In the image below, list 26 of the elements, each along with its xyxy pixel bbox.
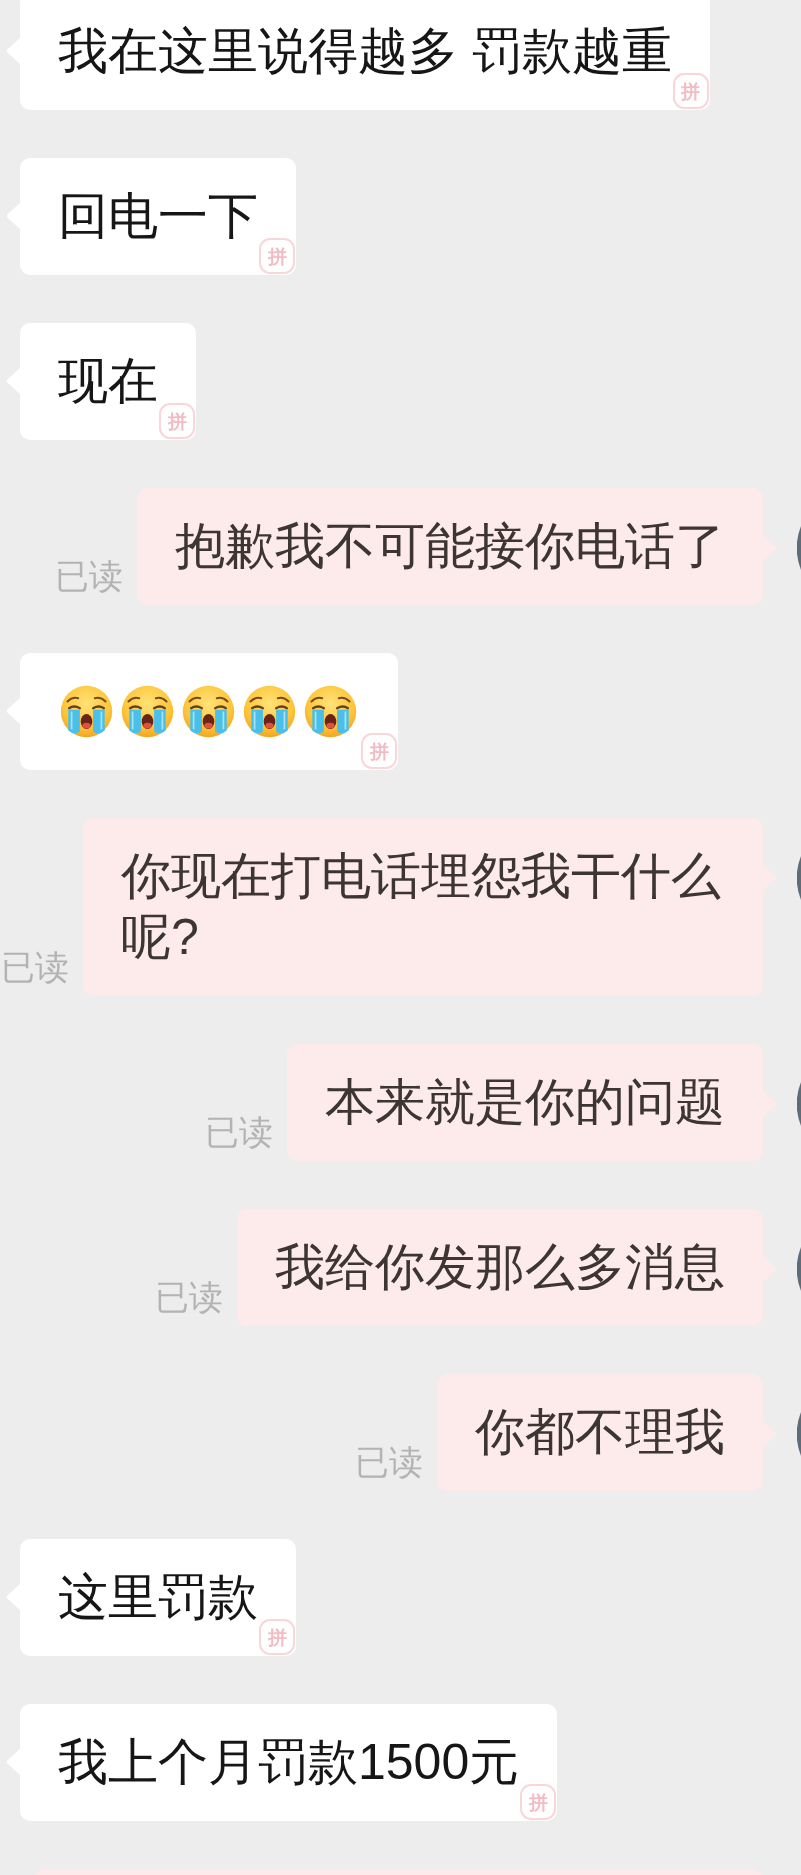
stamp-badge: 拼: [672, 73, 709, 109]
message-text: 我在这里说得越多 罚款越重: [58, 23, 672, 79]
crying-face-icon: [60, 685, 113, 738]
crying-face-icon: [243, 685, 296, 738]
read-status: 已读: [355, 1442, 423, 1482]
crying-face-icon: [182, 685, 235, 738]
crying-face-icon: [121, 685, 174, 738]
read-status: 已读: [205, 1112, 273, 1152]
read-status: 已读: [1, 947, 69, 987]
message-text: 这里罚款: [58, 1569, 258, 1625]
stamp-badge: 拼: [259, 238, 295, 274]
message-text: 你都不理我: [475, 1404, 725, 1460]
message-text: 我上个月罚款1500元: [58, 1734, 520, 1790]
stamp-badge: 拼: [520, 1784, 557, 1820]
message-text: 现在: [58, 353, 158, 409]
stamp-badge: 拼: [361, 733, 397, 769]
message-text: 回电一下: [58, 188, 258, 244]
stamp-badge: 拼: [259, 1619, 295, 1655]
message-text: 本来就是你的问题: [325, 1074, 725, 1130]
message-text: 你现在打电话埋怨我干什么呢?: [121, 848, 721, 965]
read-status: 已读: [155, 1277, 223, 1317]
crying-face-icon: [304, 685, 357, 738]
message-text: 抱歉我不可能接你电话了: [175, 518, 725, 574]
read-status: 已读: [55, 556, 123, 596]
stamp-badge: 拼: [159, 403, 195, 439]
message-text: 我给你发那么多消息: [275, 1239, 725, 1295]
